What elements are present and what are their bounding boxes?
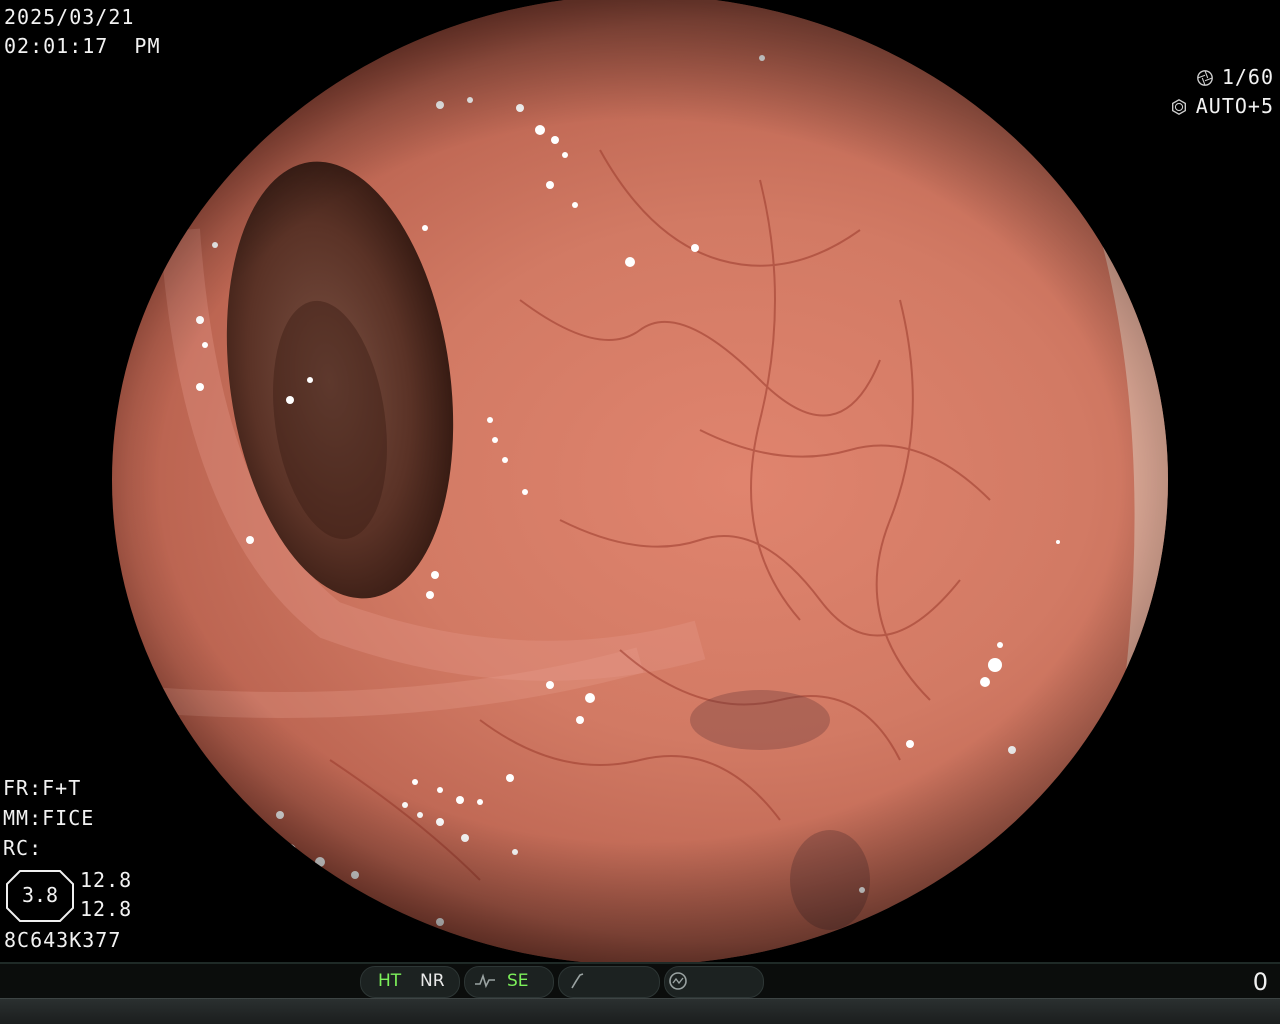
date-display: 2025/03/21 bbox=[4, 5, 135, 29]
frame-counter: 0 bbox=[1252, 968, 1268, 996]
iris-icon bbox=[1171, 99, 1186, 115]
serial-number: 8C643K377 bbox=[4, 928, 122, 952]
rc-setting: RC: bbox=[3, 836, 43, 860]
status-bar-lower bbox=[0, 998, 1280, 1024]
iris-readout: AUTO+5 bbox=[1118, 61, 1274, 151]
iris-value: AUTO+5 bbox=[1195, 94, 1274, 118]
ht-label: HT bbox=[378, 971, 402, 991]
tissue-surface bbox=[112, 0, 1168, 962]
mm-setting: MM:FICE bbox=[3, 806, 95, 830]
endoscope-view bbox=[112, 0, 1168, 962]
gauge-icon bbox=[669, 972, 687, 990]
endoscopy-monitor: 2025/03/21 02:01:17 PM 1/60 AUTO+5 FR:F+… bbox=[0, 0, 1280, 1024]
waveform-icon bbox=[475, 973, 495, 989]
pen-icon bbox=[571, 973, 584, 989]
zoom-value: 3.8 bbox=[21, 883, 59, 907]
setting-value-1: 12.8 bbox=[80, 868, 133, 892]
se-label: SE bbox=[507, 971, 529, 991]
time-display: 02:01:17 PM bbox=[4, 34, 161, 58]
nr-label: NR bbox=[420, 971, 445, 991]
ht-nr-indicator bbox=[360, 966, 460, 998]
fr-setting: FR:F+T bbox=[3, 776, 82, 800]
setting-value-2: 12.8 bbox=[80, 897, 133, 921]
